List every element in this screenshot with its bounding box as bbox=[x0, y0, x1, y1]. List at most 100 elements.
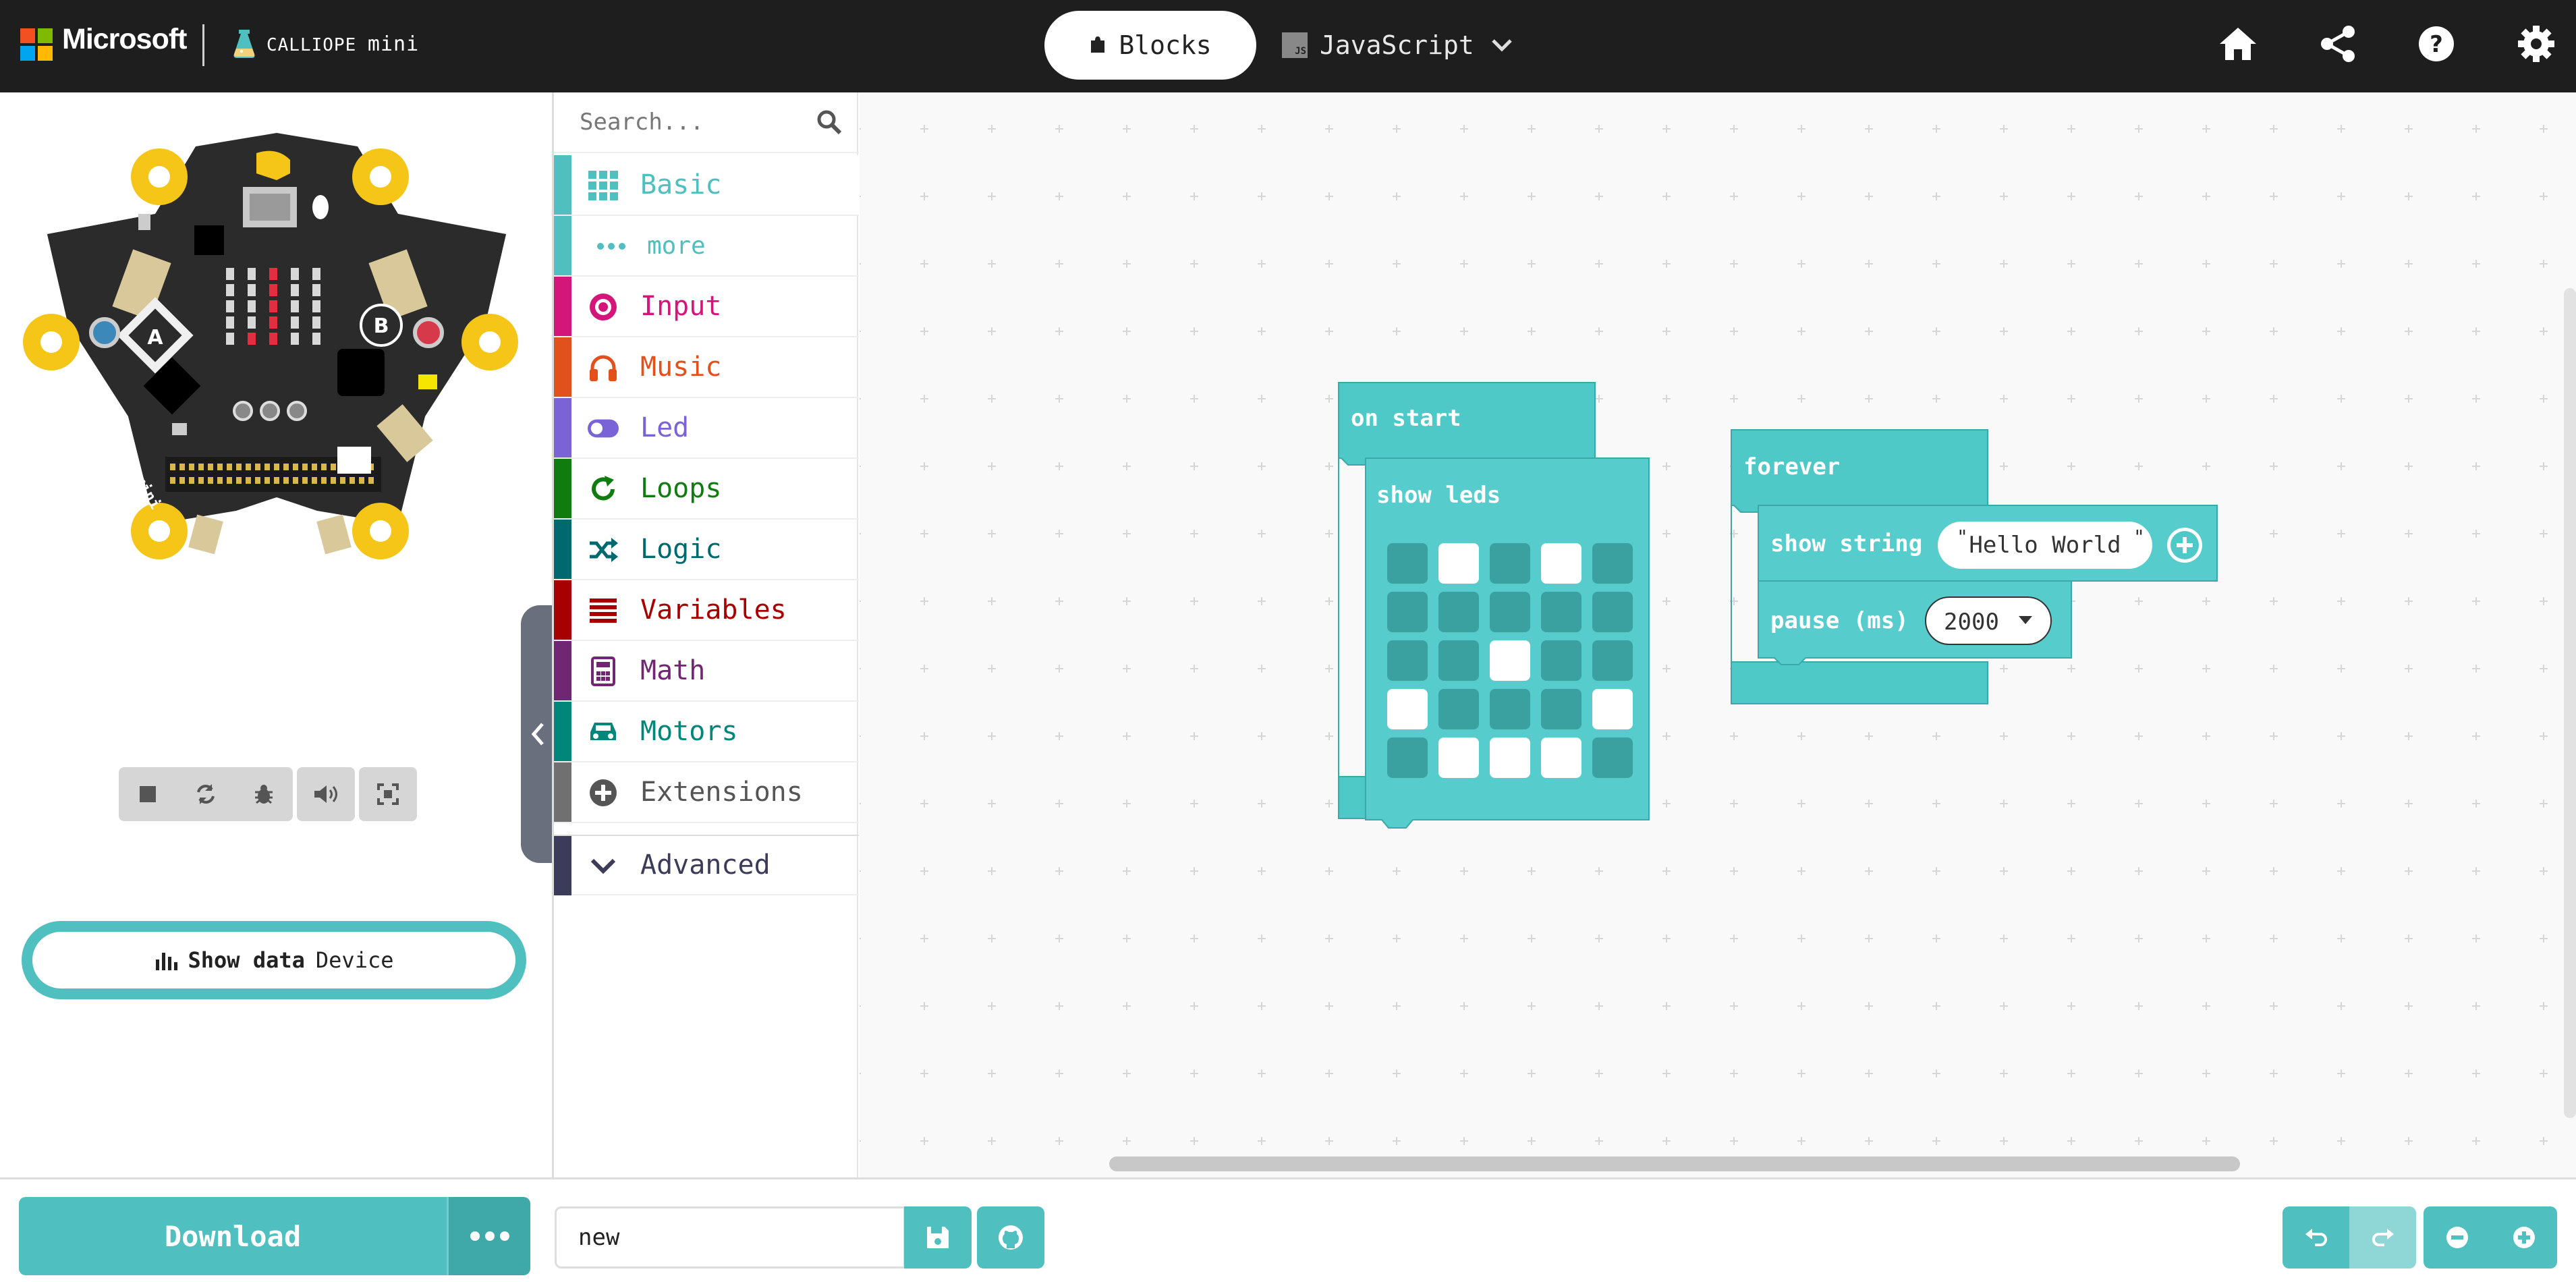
board-led bbox=[312, 333, 320, 345]
search-input[interactable]: Search... bbox=[580, 109, 704, 136]
toolbox-category-logic[interactable]: Logic bbox=[554, 520, 859, 580]
pause-value[interactable]: 2000 bbox=[1944, 609, 1999, 636]
zoom-out-button[interactable] bbox=[2424, 1206, 2490, 1269]
sound-button[interactable] bbox=[297, 767, 355, 821]
board-led bbox=[269, 316, 277, 329]
led-cell[interactable] bbox=[1387, 592, 1428, 632]
toolbox-category-led[interactable]: Led bbox=[554, 398, 859, 459]
led-cell[interactable] bbox=[1387, 543, 1428, 584]
category-color-bar bbox=[554, 155, 571, 215]
header-pin bbox=[274, 464, 279, 470]
led-cell[interactable] bbox=[1490, 689, 1530, 729]
led-cell[interactable] bbox=[1387, 737, 1428, 778]
show-data-button[interactable]: Show data Device bbox=[22, 921, 526, 999]
more-options-button[interactable] bbox=[447, 1197, 530, 1275]
header-pin bbox=[208, 477, 213, 484]
toolbox-category-motors[interactable]: Motors bbox=[554, 702, 859, 762]
toolbox-category-input[interactable]: Input bbox=[554, 277, 859, 337]
microsoft-logo-icon[interactable] bbox=[20, 28, 53, 61]
calliope-board[interactable]: A B CALLIOPE mini bbox=[20, 119, 533, 565]
led-cell[interactable] bbox=[1541, 543, 1581, 584]
category-label: Extensions bbox=[640, 777, 803, 808]
toolbox-category-loops[interactable]: Loops bbox=[554, 459, 859, 520]
led-cell[interactable] bbox=[1592, 592, 1633, 632]
toolbox-category-math[interactable]: Math bbox=[554, 641, 859, 702]
led-cell[interactable] bbox=[1490, 543, 1530, 584]
toolbox-category-basic[interactable]: Basic bbox=[554, 155, 859, 216]
fullscreen-button[interactable] bbox=[359, 767, 417, 821]
stop-button[interactable] bbox=[119, 767, 177, 821]
category-label: Logic bbox=[640, 534, 722, 565]
show-data-target: Device bbox=[315, 947, 394, 973]
show-string-value[interactable]: Hello World bbox=[1969, 532, 2121, 559]
calliope-logo-icon[interactable] bbox=[229, 27, 259, 59]
led-cell[interactable] bbox=[1541, 640, 1581, 681]
led-cell[interactable] bbox=[1387, 689, 1428, 729]
github-button[interactable] bbox=[977, 1206, 1044, 1269]
download-button[interactable]: Download bbox=[19, 1197, 447, 1275]
product-name[interactable]: CALLIOPE mini bbox=[267, 32, 419, 56]
toolbox-category-extensions[interactable]: Extensions bbox=[554, 762, 859, 823]
led-cell[interactable] bbox=[1438, 640, 1479, 681]
chevron-down-icon[interactable] bbox=[1490, 38, 1513, 53]
tab-javascript[interactable]: JS JavaScript bbox=[1282, 11, 1513, 80]
horizontal-scrollbar[interactable] bbox=[1109, 1156, 2240, 1171]
shuffle-icon bbox=[588, 534, 619, 565]
tab-blocks[interactable]: Blocks bbox=[1044, 11, 1256, 80]
toolbox-search[interactable]: Search... bbox=[554, 92, 859, 153]
simulator-control-group bbox=[359, 767, 417, 821]
show-leds-block[interactable]: show leds bbox=[1365, 457, 1650, 829]
project-name-input[interactable]: new bbox=[555, 1206, 905, 1269]
blocks-workspace[interactable]: on start show leds forever show string H… bbox=[860, 92, 2576, 1177]
forever-label: forever bbox=[1743, 453, 1840, 480]
vertical-scrollbar[interactable] bbox=[2564, 288, 2576, 1118]
settings-icon[interactable] bbox=[2513, 20, 2560, 67]
led-cell[interactable] bbox=[1592, 640, 1633, 681]
category-color-bar bbox=[554, 836, 571, 895]
input-icon bbox=[588, 291, 619, 323]
led-cell[interactable] bbox=[1438, 592, 1479, 632]
led-cell[interactable] bbox=[1592, 737, 1633, 778]
debug-button[interactable] bbox=[235, 767, 293, 821]
led-cell[interactable] bbox=[1490, 737, 1530, 778]
share-icon[interactable] bbox=[2314, 20, 2361, 67]
toolbox-category-advanced[interactable]: Advanced bbox=[554, 835, 859, 895]
workspace-canvas[interactable]: on start show leds forever show string H… bbox=[860, 92, 2576, 1177]
led-cell[interactable] bbox=[1438, 543, 1479, 584]
board-led bbox=[226, 284, 234, 296]
led-cell[interactable] bbox=[1541, 592, 1581, 632]
header-pin bbox=[227, 477, 232, 484]
show-string-block[interactable]: show string Hello World " " bbox=[1758, 505, 2218, 588]
toolbox-category-music[interactable]: Music bbox=[554, 337, 859, 398]
led-cell[interactable] bbox=[1541, 737, 1581, 778]
header-pin bbox=[302, 464, 308, 470]
led-cell[interactable] bbox=[1387, 640, 1428, 681]
add-param-icon[interactable] bbox=[2167, 528, 2202, 563]
home-icon[interactable] bbox=[2214, 20, 2262, 67]
pause-block[interactable]: pause (ms) 2000 bbox=[1758, 580, 2072, 665]
board-led bbox=[291, 316, 299, 329]
led-cell[interactable] bbox=[1541, 689, 1581, 729]
led-cell[interactable] bbox=[1490, 640, 1530, 681]
led-cell[interactable] bbox=[1490, 592, 1530, 632]
undo-button[interactable] bbox=[2283, 1206, 2349, 1269]
toolbox-category-more[interactable]: more bbox=[554, 216, 859, 277]
toolbox-category-variables[interactable]: Variables bbox=[554, 580, 859, 641]
led-cell[interactable] bbox=[1438, 689, 1479, 729]
list-icon bbox=[588, 595, 619, 626]
search-icon[interactable] bbox=[816, 109, 843, 136]
header-pin bbox=[302, 477, 308, 484]
led-cell[interactable] bbox=[1438, 737, 1479, 778]
category-color-bar bbox=[554, 216, 571, 275]
microsoft-brand[interactable]: Microsoft bbox=[62, 23, 187, 56]
save-button[interactable] bbox=[904, 1206, 972, 1269]
category-color-bar bbox=[554, 702, 571, 761]
led-cell[interactable] bbox=[1592, 689, 1633, 729]
redo-button[interactable] bbox=[2349, 1206, 2416, 1269]
zoom-in-button[interactable] bbox=[2490, 1206, 2557, 1269]
led-grid[interactable] bbox=[1387, 543, 1633, 778]
help-icon[interactable]: ? bbox=[2413, 20, 2460, 67]
restart-button[interactable] bbox=[177, 767, 235, 821]
collapse-simulator-button[interactable] bbox=[521, 605, 555, 863]
led-cell[interactable] bbox=[1592, 543, 1633, 584]
